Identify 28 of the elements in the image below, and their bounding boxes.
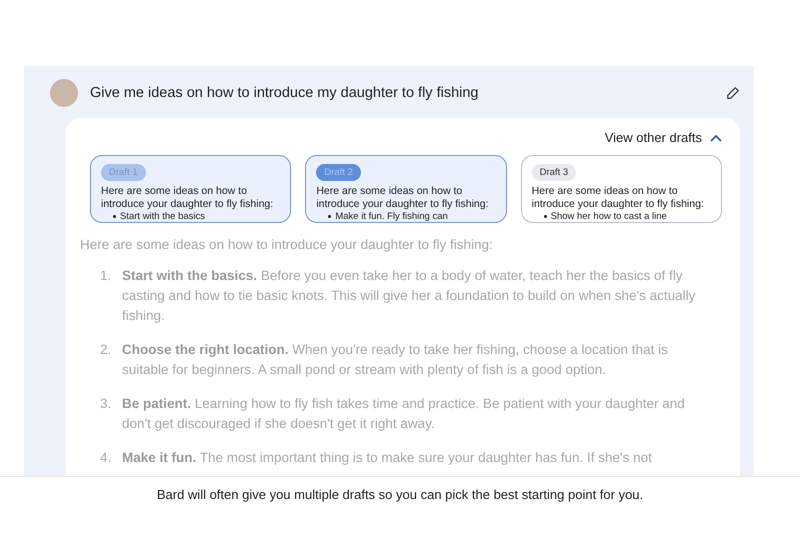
edit-icon[interactable] [726,86,740,100]
draft-bullet: Make it fun. Fly fishing can [335,211,448,222]
list-number: 3. [100,395,112,413]
list-item-text: Choose the right location. When you're ready to take her fishing, choose a location that is suitable for beginners. A small pond or stream with plenty of fish is a good option. [122,341,669,379]
draft-text: Here are some ideas on how to introduce your daughter to fly fishing: [101,185,274,211]
response-intro: Here are some ideas on how to introduce your daughter to fly fishing: [80,237,494,252]
draft-label: Draft 2 [316,164,361,181]
view-other-drafts-button[interactable]: View other drafts [604,130,722,145]
avatar [50,79,78,107]
prompt-text: Give me ideas on how to introduce my daughter to fly fishing [90,85,480,101]
draft-label: Draft 3 [532,164,576,181]
draft-bullet: Show her how to cast a line [550,211,667,222]
list-number: 4. [100,449,112,467]
list-item-text: Start with the basics. Before you even take her to a body of water, teach her the basics of fly casting and how to tie basic knots. This will give her a foundation to build on when she's actually fishing. [122,267,696,325]
bullet-icon [113,215,116,218]
bullet-icon [328,215,332,218]
list-number: 2. [100,341,112,359]
draft-text: Here are some ideas on how to introduce your daughter to fly fishing: [532,185,705,211]
list-item-text: Make it fun. The most important thing is to make sure your daughter has fun. If she's not [122,449,652,467]
caption: Bard will often give you multiple drafts so you can pick the best starting point for you. [0,476,800,502]
bullet-icon [544,215,547,218]
draft-text: Here are some ideas on how to introduce your daughter to fly fishing: [316,185,490,211]
chevron-icon [710,134,722,142]
draft-bullet: Start with the basics [120,211,206,222]
list-number: 1. [100,267,112,285]
draft-card[interactable]: Draft 3 Here are some ideas on how to introduce your daughter to fly fishing: Show her how to cast a line [520,155,722,223]
draft-card[interactable]: Draft 2 Here are some ideas on how to introduce your daughter to fly fishing: Make it fun. Fly fishing can [305,155,507,223]
list-item-text: Be patient. Learning how to fly fish takes time and practice. Be patient with your daughter and don't get discouraged if she doesn't get it right away. [122,395,686,433]
